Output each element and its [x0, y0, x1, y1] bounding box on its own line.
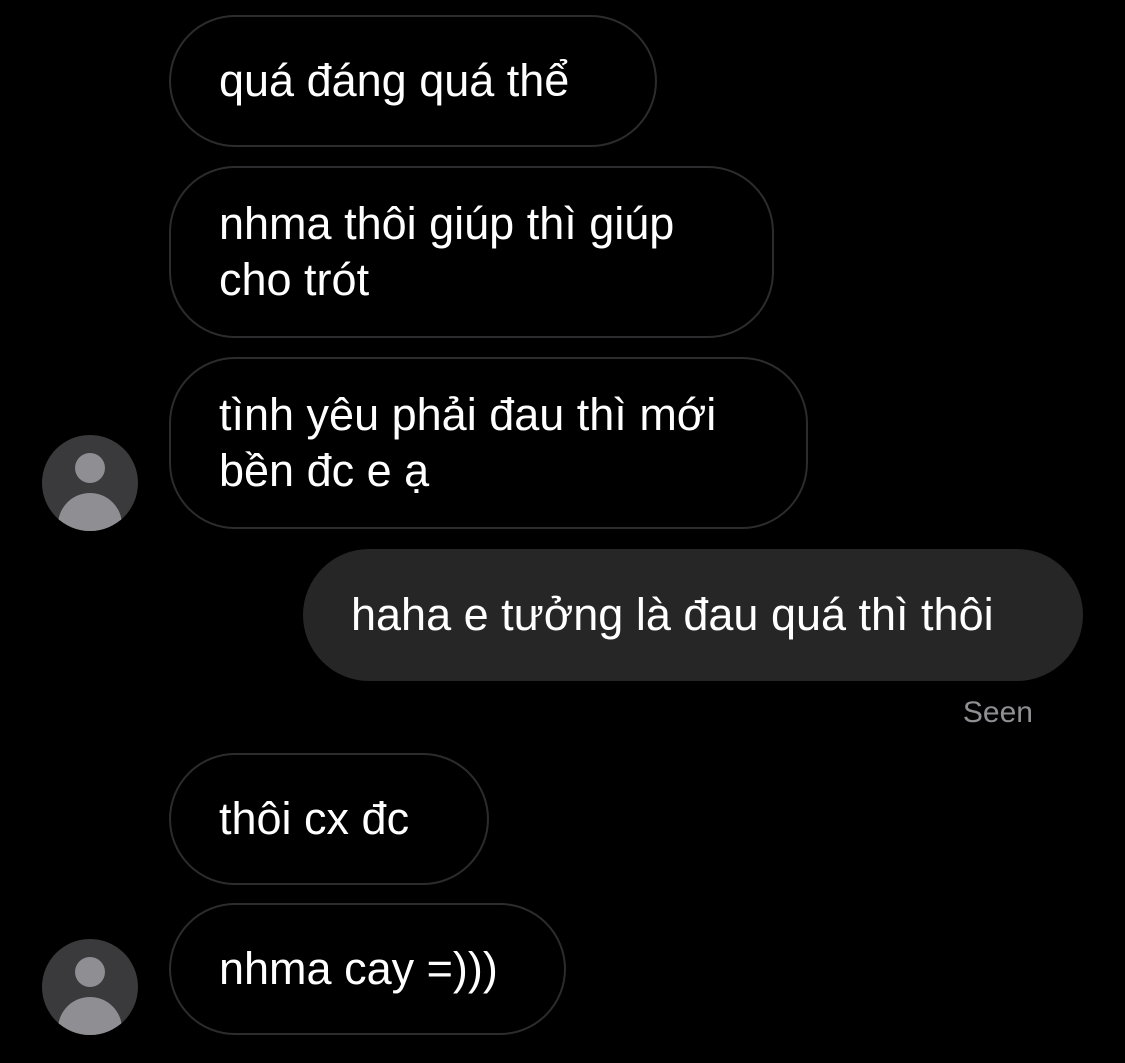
sender-avatar-icon[interactable] — [42, 939, 138, 1035]
sender-avatar-icon[interactable] — [42, 435, 138, 531]
message-bubble-received[interactable]: thôi cx đc — [169, 753, 489, 885]
avatar-shoulders-shape — [58, 493, 122, 531]
message-bubble-sent[interactable]: haha e tưởng là đau quá thì thôi — [303, 549, 1083, 681]
message-bubble-received[interactable]: nhma thôi giúp thì giúp cho trót — [169, 166, 774, 338]
avatar-head-shape — [75, 453, 105, 483]
message-text: nhma thôi giúp thì giúp cho trót — [219, 198, 675, 305]
avatar-shoulders-shape — [58, 997, 122, 1035]
seen-receipt: Seen — [962, 696, 1033, 729]
avatar-head-shape — [75, 957, 105, 987]
message-text: haha e tưởng là đau quá thì thôi — [351, 589, 994, 640]
message-text: nhma cay =))) — [219, 943, 498, 994]
message-text: thôi cx đc — [219, 793, 410, 844]
message-bubble-received[interactable]: nhma cay =))) — [169, 903, 566, 1035]
message-text: quá đáng quá thể — [219, 55, 570, 106]
message-bubble-received[interactable]: tình yêu phải đau thì mới bền đc e ạ — [169, 357, 808, 529]
message-text: tình yêu phải đau thì mới bền đc e ạ — [219, 389, 717, 496]
message-bubble-received[interactable]: quá đáng quá thể — [169, 15, 657, 147]
